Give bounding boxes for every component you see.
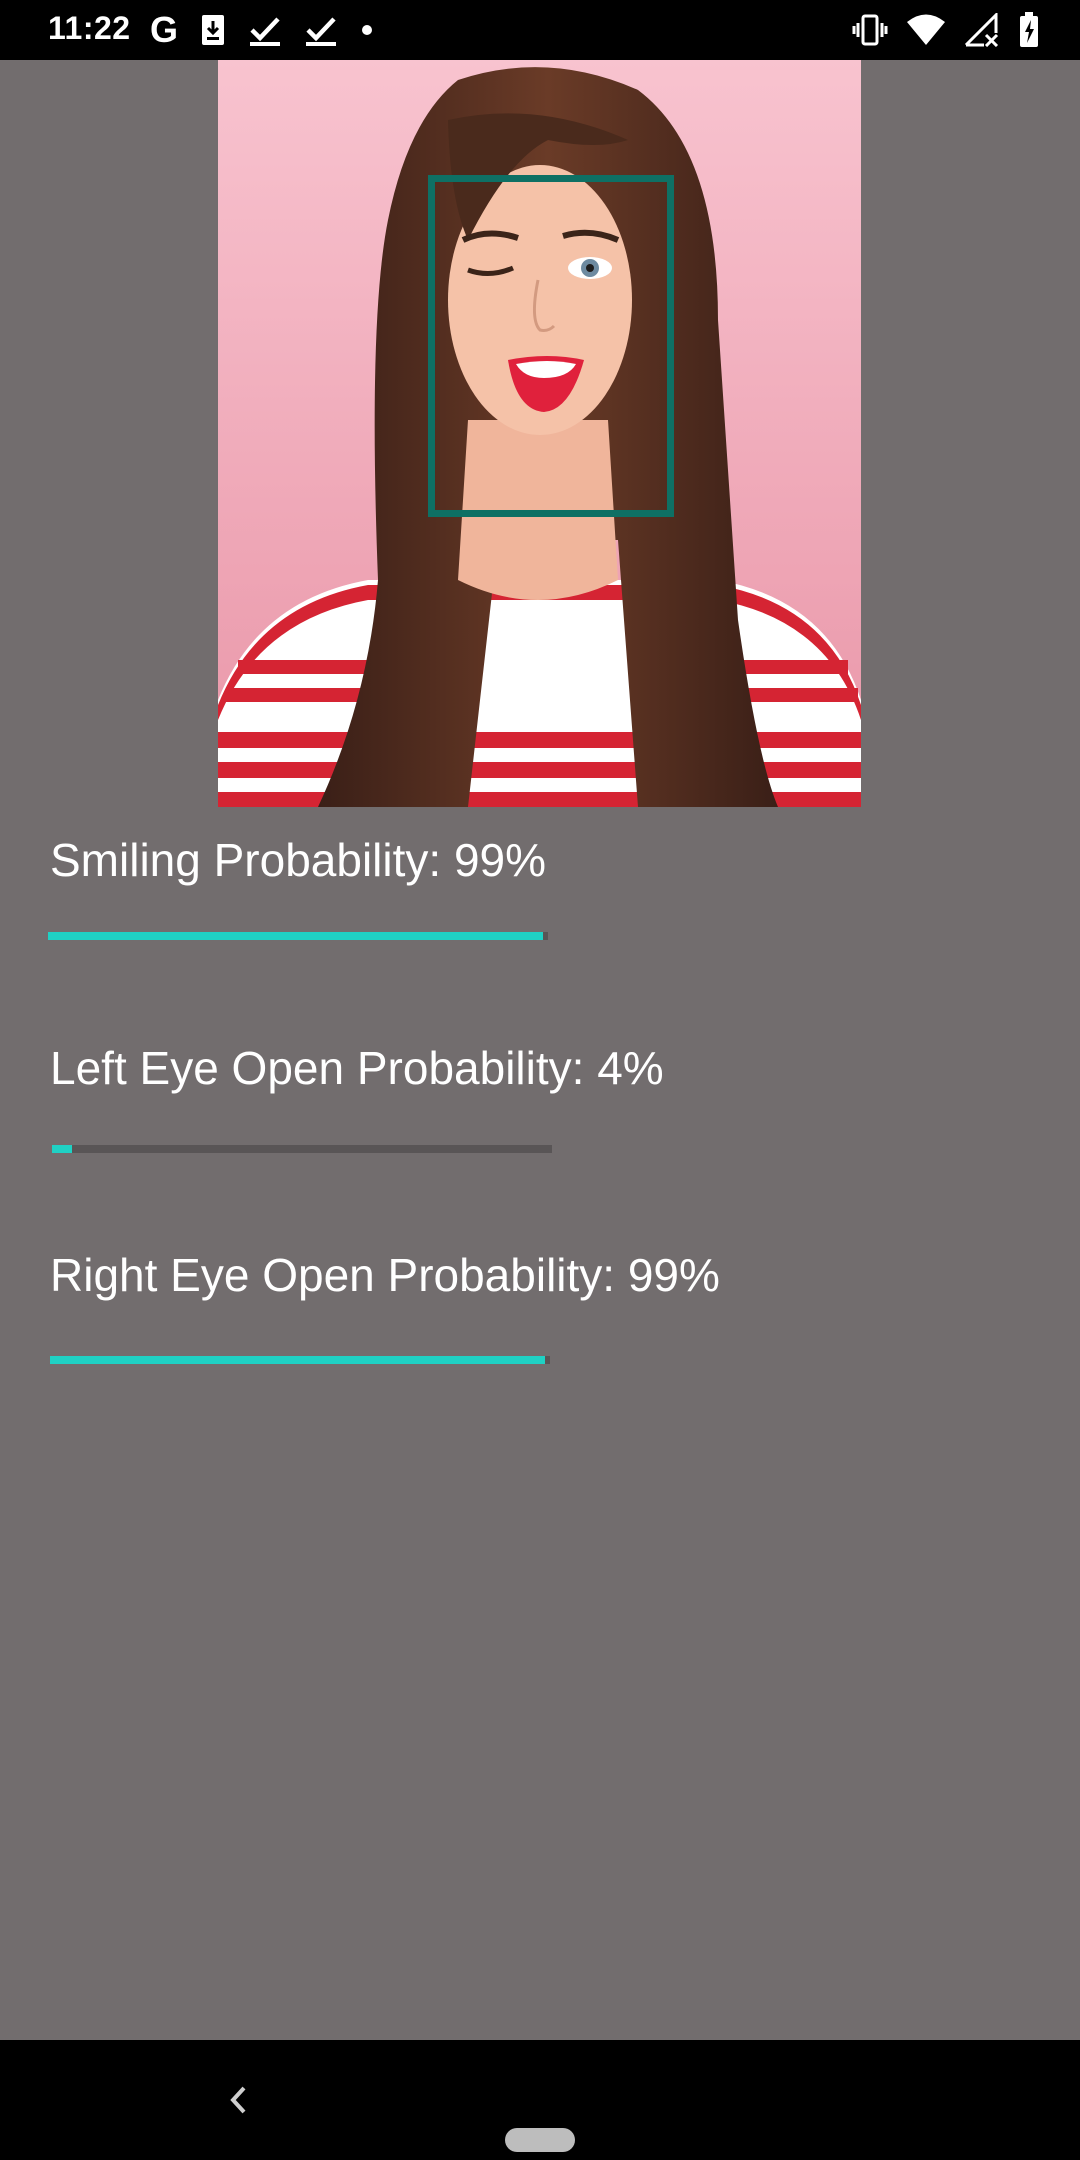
right-eye-open-probability-bar-fill xyxy=(50,1356,545,1364)
right-eye-open-probability-bar xyxy=(50,1356,550,1364)
smiling-probability-label: Smiling Probability: 99% xyxy=(50,834,547,886)
google-g-icon: G xyxy=(150,9,179,50)
battery-charging-icon xyxy=(1018,12,1040,48)
download-icon xyxy=(200,13,226,47)
check-icon xyxy=(248,13,282,47)
status-bar: 11:22 G xyxy=(0,0,1080,60)
left-eye-open-probability-label: Left Eye Open Probability: 4% xyxy=(50,1042,664,1094)
home-pill-icon[interactable] xyxy=(505,2128,575,2152)
check-icon xyxy=(304,13,338,47)
navigation-bar xyxy=(0,2040,1080,2160)
vibrate-icon xyxy=(852,13,888,47)
right-eye-open-probability-label: Right Eye Open Probability: 99% xyxy=(50,1249,720,1301)
left-eye-open-probability-bar-fill xyxy=(52,1145,72,1153)
status-notification-icons: G xyxy=(150,12,374,48)
smiling-probability-bar-fill xyxy=(48,932,543,940)
status-time: 11:22 xyxy=(48,10,131,46)
wifi-icon xyxy=(906,13,946,47)
status-system-icons xyxy=(852,12,1040,48)
face-detection-box xyxy=(428,175,674,517)
back-chevron-icon[interactable] xyxy=(222,2078,254,2122)
dot-icon xyxy=(360,13,374,47)
signal-no-service-icon xyxy=(964,13,1000,47)
face-photo xyxy=(218,60,861,807)
left-eye-open-probability-bar xyxy=(52,1145,552,1153)
smiling-probability-bar xyxy=(48,932,548,940)
